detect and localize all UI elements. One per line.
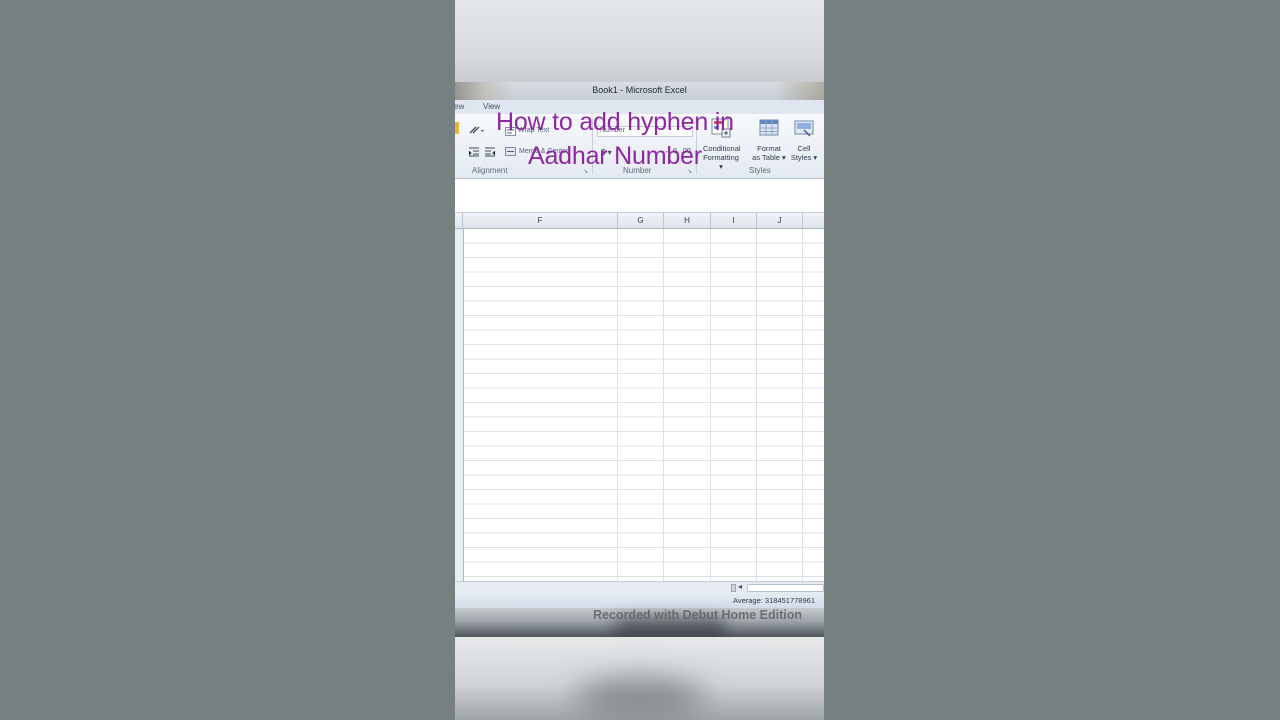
column-header-k[interactable] (803, 213, 824, 228)
wrap-text-icon[interactable] (505, 127, 516, 136)
tab-split-handle[interactable] (731, 584, 736, 592)
column-header-i[interactable]: I (711, 213, 757, 228)
left-background (0, 0, 455, 720)
merge-center-icon[interactable] (505, 147, 516, 156)
cell-styles-button[interactable]: Cell Styles ▾ (786, 118, 822, 162)
row-headers (455, 229, 464, 581)
number-format-dropdown[interactable]: Number (597, 126, 693, 137)
recording-strip: Recorded with Debut Home Edition (455, 608, 824, 637)
conditional-formatting-icon (711, 118, 731, 138)
column-header-j[interactable]: J (757, 213, 803, 228)
status-average: Average: 318451778961 (732, 596, 815, 605)
status-bar: Average: 318451778961 (455, 594, 824, 608)
styles-group-label: Styles (749, 166, 771, 175)
orientation-icon[interactable] (468, 125, 486, 135)
video-frame: Book1 - Microsoft Excel ew View Wrap Tex… (455, 0, 824, 720)
title-bar: Book1 - Microsoft Excel (455, 82, 824, 100)
format-as-table-button[interactable]: Format as Table ▾ (751, 118, 787, 162)
scrollbar-thumb[interactable] (747, 584, 824, 592)
increase-indent-icon[interactable] (484, 147, 496, 157)
ribbon: Wrap Text Merge & Center Alignment ↘ Num… (455, 114, 824, 179)
select-all-corner[interactable] (455, 213, 463, 228)
number-dialog-launcher[interactable]: ↘ (687, 168, 692, 175)
cell-styles-icon (794, 120, 814, 137)
format-as-table-icon (759, 119, 779, 136)
tab-view[interactable]: View (483, 102, 500, 111)
column-header-f[interactable]: F (463, 213, 618, 228)
blurred-top-fill (455, 0, 824, 82)
tab-review[interactable]: ew (455, 102, 464, 111)
alignment-dialog-launcher[interactable]: ↘ (583, 168, 588, 175)
formula-bar[interactable] (455, 179, 824, 213)
decrease-decimal-icon[interactable]: .00 (681, 148, 691, 155)
worksheet-grid[interactable] (455, 229, 824, 581)
merge-center-button[interactable]: Merge & Center (519, 148, 568, 155)
scroll-left-icon[interactable]: ◂ (738, 582, 742, 591)
column-headers: F G H I J (455, 213, 824, 229)
right-background (824, 0, 1280, 720)
column-header-h[interactable]: H (664, 213, 711, 228)
excel-window: Book1 - Microsoft Excel ew View Wrap Tex… (455, 82, 824, 637)
horizontal-scrollbar[interactable]: ◂ (455, 581, 824, 594)
currency-icon[interactable]: $ ▾ (601, 148, 612, 157)
format-painter-icon[interactable] (455, 122, 459, 134)
conditional-formatting-button[interactable]: Conditional Formatting ▾ (703, 118, 741, 171)
alignment-group-label: Alignment (472, 166, 508, 175)
wrap-text-button[interactable]: Wrap Text (518, 127, 549, 134)
ribbon-tabs: ew View (455, 100, 824, 114)
debut-watermark: Recorded with Debut Home Edition (593, 608, 803, 622)
column-header-g[interactable]: G (618, 213, 664, 228)
decrease-indent-icon[interactable] (468, 147, 480, 157)
increase-decimal-icon[interactable]: ←.0 (664, 148, 677, 155)
number-group-label: Number (623, 166, 652, 175)
window-title: Book1 - Microsoft Excel (592, 85, 687, 95)
blurred-bottom-fill (455, 637, 824, 720)
